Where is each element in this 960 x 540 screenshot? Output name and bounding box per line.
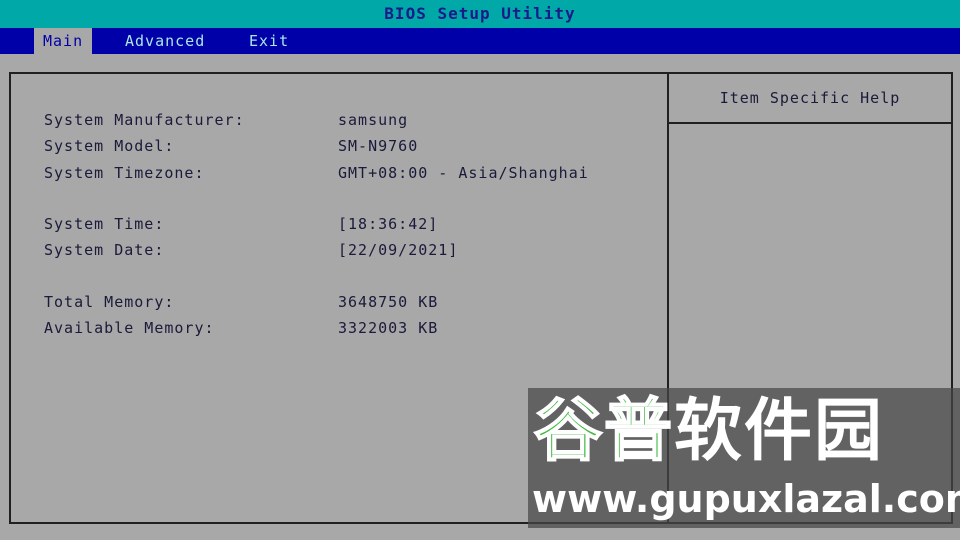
available-memory-label: Available Memory: bbox=[44, 319, 215, 337]
date-value[interactable]: [22/09/2021] bbox=[338, 240, 458, 260]
manufacturer-value: samsung bbox=[338, 111, 409, 129]
model-label: System Model: bbox=[44, 137, 175, 155]
time-label: System Time: bbox=[44, 215, 165, 233]
bios-screen: BIOS Setup Utility Main Advanced Exit It… bbox=[0, 0, 960, 540]
menu-bar: Main Advanced Exit bbox=[0, 28, 960, 54]
model-value: SM-N9760 bbox=[338, 137, 419, 155]
watermark-brand-part2: 软件园 bbox=[674, 392, 885, 471]
timezone-value: GMT+08:00 - Asia/Shanghai bbox=[338, 164, 589, 182]
total-memory-value: 3648750 KB bbox=[338, 293, 439, 311]
watermark-url: www.gupuxlazal.com bbox=[532, 477, 960, 521]
watermark-brand: 谷普软件园 bbox=[533, 391, 885, 472]
help-title: Item Specific Help bbox=[669, 74, 951, 124]
timezone-label: System Timezone: bbox=[44, 164, 205, 182]
available-memory-value: 3322003 KB bbox=[338, 319, 439, 337]
time-value[interactable]: [18:36:42] bbox=[338, 214, 438, 234]
title-bar: BIOS Setup Utility bbox=[0, 0, 960, 28]
date-label: System Date: bbox=[44, 241, 165, 259]
watermark-logo: 谷普软件园 www.gupuxlazal.com bbox=[528, 388, 960, 528]
menu-item-main[interactable]: Main bbox=[34, 28, 93, 54]
total-memory-label: Total Memory: bbox=[44, 293, 175, 311]
menu-item-exit[interactable]: Exit bbox=[240, 28, 298, 54]
menu-item-advanced[interactable]: Advanced bbox=[116, 28, 214, 54]
watermark-brand-part1: 谷普 bbox=[533, 391, 675, 472]
manufacturer-label: System Manufacturer: bbox=[44, 111, 245, 129]
